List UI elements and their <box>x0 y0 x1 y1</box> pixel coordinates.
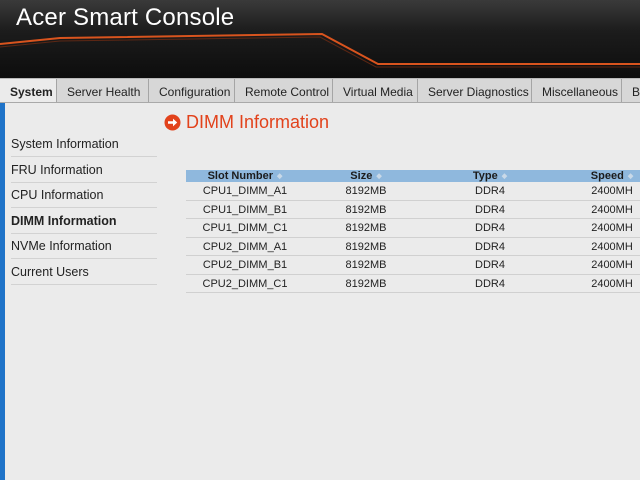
cell-size: 8192MB <box>345 203 387 216</box>
tab-configuration[interactable]: Configuration <box>149 79 235 102</box>
tab-server-health[interactable]: Server Health <box>57 79 149 102</box>
sort-icon: ◆ <box>277 173 283 180</box>
arrow-right-circle-icon <box>164 114 181 131</box>
tab-server-diagnostics[interactable]: Server Diagnostics <box>418 79 532 102</box>
cell-slot-number: CPU2_DIMM_B1 <box>202 259 288 271</box>
cell-speed: 2400MH <box>591 259 633 271</box>
app-title: Acer Smart Console <box>16 4 235 31</box>
cell-type: DDR4 <box>475 185 505 197</box>
table-row: CPU2_DIMM_B1 8192MB DDR4 2400MH <box>186 256 640 275</box>
table-row: CPU1_DIMM_A1 8192MB DDR4 2400MH <box>186 182 640 201</box>
tab-remote-control[interactable]: Remote Control <box>235 79 333 102</box>
cell-slot-number: CPU1_DIMM_A1 <box>202 185 288 197</box>
cell-type: DDR4 <box>475 259 505 271</box>
sidebar-item-fru-information[interactable]: FRU Information <box>11 158 157 183</box>
cell-speed: 2400MH <box>591 240 633 253</box>
table-row: CPU2_DIMM_A1 8192MB DDR4 2400MH <box>186 238 640 256</box>
cell-speed: 2400MH <box>591 203 633 216</box>
main-nav: System Server Health Configuration Remot… <box>0 78 640 103</box>
table-row: CPU2_DIMM_C1 8192MB DDR4 2400MH <box>186 275 640 293</box>
app-header: Acer Smart Console <box>0 0 640 78</box>
cell-slot-number: CPU1_DIMM_C1 <box>202 222 288 234</box>
sort-icon: ◆ <box>376 173 382 180</box>
sidebar-item-dimm-information[interactable]: DIMM Information <box>11 209 157 234</box>
cell-speed: 2400MH <box>591 277 633 290</box>
cell-type: DDR4 <box>475 240 505 253</box>
cell-speed: 2400MH <box>591 222 633 234</box>
table-row: CPU1_DIMM_B1 8192MB DDR4 2400MH <box>186 201 640 219</box>
left-accent-bar <box>0 103 5 480</box>
column-header-type[interactable]: Type ◆ <box>428 170 552 182</box>
cell-slot-number: CPU2_DIMM_A1 <box>202 240 288 253</box>
cell-size: 8192MB <box>345 240 387 253</box>
cell-size: 8192MB <box>345 222 387 234</box>
dimm-table: Slot Number ◆ Size ◆ Type ◆ Speed ◆ CPU1_DIM… <box>186 170 640 293</box>
page-title-text: DIMM Information <box>186 112 330 132</box>
tab-overflow[interactable]: B <box>622 79 640 102</box>
sidebar-item-current-users[interactable]: Current Users <box>11 260 157 285</box>
column-header-slot-number[interactable]: Slot Number ◆ <box>186 170 304 182</box>
tab-miscellaneous[interactable]: Miscellaneous <box>532 79 622 102</box>
cell-type: DDR4 <box>475 277 505 290</box>
sort-icon: ◆ <box>627 173 634 180</box>
table-row: CPU1_DIMM_C1 8192MB DDR4 2400MH <box>186 219 640 238</box>
cell-speed: 2400MH <box>591 185 633 197</box>
sidebar-item-nvme-information[interactable]: NVMe Information <box>11 234 157 259</box>
cell-type: DDR4 <box>475 222 505 234</box>
cell-size: 8192MB <box>345 185 387 197</box>
cell-type: DDR4 <box>475 203 505 216</box>
cell-slot-number: CPU2_DIMM_C1 <box>202 277 288 290</box>
cell-slot-number: CPU1_DIMM_B1 <box>202 203 288 216</box>
tab-virtual-media[interactable]: Virtual Media <box>333 79 418 102</box>
column-header-speed[interactable]: Speed ◆ <box>552 170 640 182</box>
tab-system[interactable]: System <box>0 79 57 102</box>
cell-size: 8192MB <box>345 277 387 290</box>
sidebar-item-system-information[interactable]: System Information <box>11 132 157 157</box>
sort-icon: ◆ <box>501 173 508 180</box>
column-header-size[interactable]: Size ◆ <box>304 170 428 182</box>
table-header: Slot Number ◆ Size ◆ Type ◆ Speed ◆ <box>186 170 640 182</box>
sidebar-item-cpu-information[interactable]: CPU Information <box>11 183 157 208</box>
cell-size: 8192MB <box>345 259 387 271</box>
